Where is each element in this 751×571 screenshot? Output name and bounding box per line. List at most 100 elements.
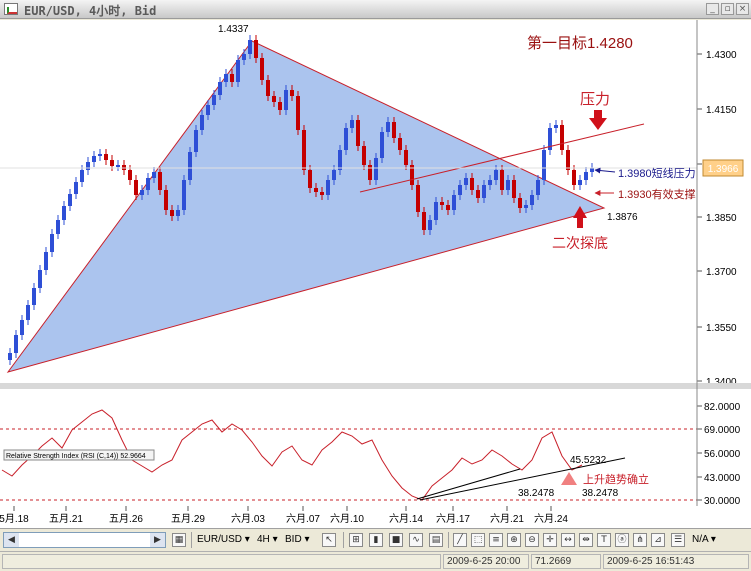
candle-body <box>338 150 342 170</box>
restore-button[interactable]: ▫ <box>721 3 734 15</box>
candle-body <box>242 54 246 60</box>
zoom-select-value: N/A <box>692 534 709 545</box>
candle-body <box>374 158 378 180</box>
crosshair-icon[interactable]: ✛ <box>543 533 557 547</box>
candle-body <box>476 190 480 198</box>
candle-body <box>284 90 288 110</box>
time-tick-label: 六月.21 <box>490 513 524 525</box>
candle-body <box>14 335 18 353</box>
candle-body <box>296 96 300 130</box>
candle-body <box>74 182 78 194</box>
candle-body <box>566 150 570 170</box>
support-label: 1.3930有效支撑 <box>618 187 696 201</box>
candle-body <box>128 170 132 180</box>
candle-body <box>194 130 198 152</box>
candle-body <box>302 130 306 170</box>
scroll-right-icon[interactable]: ▶ <box>150 533 165 547</box>
hline-tool-icon[interactable]: ≡ <box>489 533 503 547</box>
candle-body <box>140 190 144 195</box>
chart-window-icon <box>4 3 18 15</box>
candle-body <box>542 150 546 180</box>
time-tick-label: 六月.03 <box>231 513 265 525</box>
candle-body <box>326 180 330 195</box>
candle-body <box>572 170 576 185</box>
candle-body <box>8 353 12 360</box>
candle-body <box>470 178 474 190</box>
candle-body <box>80 170 84 182</box>
arrow-tool-icon[interactable]: ↔ <box>561 533 575 547</box>
candle-body <box>584 172 588 180</box>
zoom-out-icon[interactable]: ⊖ <box>525 533 539 547</box>
short-resistance-label: 1.3980短线压力 <box>618 166 696 180</box>
ruler-tool-icon[interactable]: ⊿ <box>651 533 665 547</box>
candle-body <box>230 74 234 82</box>
chart-canvas[interactable]: 1.43001.41501.40001.38501.37001.35501.34… <box>0 20 751 528</box>
rsi-tick-label: 56.0000 <box>704 449 741 460</box>
candle-body <box>554 125 558 128</box>
rsi-current-value: 45.5232 <box>570 455 607 466</box>
period-select[interactable]: 4H ▾ <box>255 532 281 548</box>
candle-body <box>308 170 312 188</box>
peak-label: 1.4337 <box>218 24 249 35</box>
candle-body <box>212 95 216 105</box>
panel-splitter[interactable] <box>0 383 751 389</box>
rsi-low-b: 38.2478 <box>582 488 619 499</box>
candle-body <box>152 172 156 178</box>
candle-body <box>590 168 594 172</box>
chart-settings-icon[interactable]: ▦ <box>172 533 186 547</box>
bar-chart-icon[interactable]: ⊞ <box>349 533 363 547</box>
properties-icon[interactable]: ☰ <box>671 533 685 547</box>
candle-chart-icon[interactable]: ▮ <box>369 533 383 547</box>
minimize-button[interactable]: _ <box>706 3 719 15</box>
candle-body <box>20 320 24 335</box>
candle-body <box>206 105 210 115</box>
candle-body <box>530 195 534 205</box>
price-tick-label: 1.4300 <box>706 50 737 61</box>
rsi-indicator-label: Relative Strength Index (RSI (C,14)) 52.… <box>6 453 146 460</box>
chart-scrollbar[interactable]: ◀ ▶ <box>3 532 166 548</box>
area-chart-icon[interactable]: ▤ <box>429 533 443 547</box>
candle-body <box>86 162 90 170</box>
candle-body <box>32 288 36 305</box>
time-tick-label: 5月.18 <box>0 513 29 525</box>
time-tick-label: 六月.10 <box>330 513 364 525</box>
draw-cursor-icon[interactable]: ↖ <box>322 533 336 547</box>
candle-body <box>182 180 186 210</box>
text-tool-icon[interactable]: T <box>597 533 611 547</box>
candle-body <box>446 205 450 210</box>
magnet-tool-icon[interactable]: ⋔ <box>633 533 647 547</box>
close-button[interactable]: × <box>736 3 749 15</box>
candle-body <box>494 170 498 180</box>
label-tool-icon[interactable]: ⓐ <box>615 533 629 547</box>
candle-body <box>350 120 354 128</box>
zoom-in-icon[interactable]: ⊕ <box>507 533 521 547</box>
scroll-left-icon[interactable]: ◀ <box>4 533 19 547</box>
candle-body <box>158 172 162 190</box>
candle-body <box>278 102 282 110</box>
candle-body <box>260 58 264 80</box>
symbol-select[interactable]: EUR/USD ▾ <box>195 532 255 548</box>
candle-body <box>392 122 396 138</box>
candle-body <box>452 195 456 210</box>
chart-area[interactable]: 1.43001.41501.40001.38501.37001.35501.34… <box>0 20 751 528</box>
time-tick-label: 六月.17 <box>436 513 470 525</box>
fill-chart-icon[interactable]: ■ <box>389 533 403 547</box>
candle-body <box>38 270 42 288</box>
candle-body <box>170 210 174 216</box>
time-tick-label: 六月.24 <box>534 513 568 525</box>
candle-body <box>536 180 540 195</box>
candle-body <box>98 154 102 156</box>
candle-body <box>428 220 432 230</box>
candle-body <box>368 165 372 180</box>
shift-tool-icon[interactable]: ⇹ <box>579 533 593 547</box>
select-tool-icon[interactable]: ⬚ <box>471 533 485 547</box>
target-label: 第一目标1.4280 <box>527 34 633 52</box>
time-tick-label: 六月.14 <box>389 513 423 525</box>
symbol-select-value: EUR/USD <box>197 534 243 545</box>
line-chart-icon[interactable]: ∿ <box>409 533 423 547</box>
status-cursor-time: 2009-6-25 20:00 <box>443 554 529 569</box>
side-select[interactable]: BID ▾ <box>283 532 313 548</box>
trendline-tool-icon[interactable]: ╱ <box>453 533 467 547</box>
zoom-select[interactable]: N/A ▾ <box>690 532 730 548</box>
candle-body <box>362 146 366 165</box>
